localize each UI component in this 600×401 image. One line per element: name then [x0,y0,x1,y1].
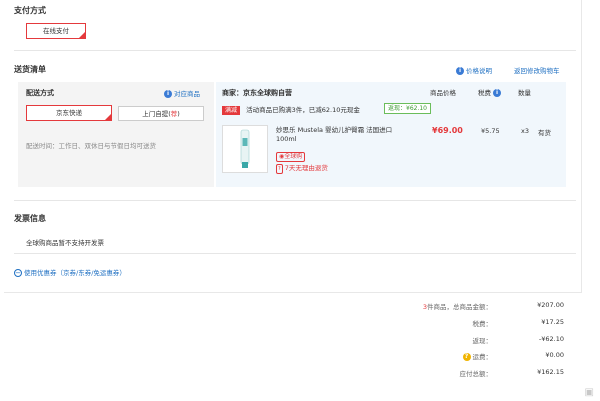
related-items-label: 对应商品 [174,90,200,98]
pickup-button[interactable]: 上门自提(荐) [118,106,204,121]
delivery-method-label: 配送方式 [26,89,54,97]
price-note-link[interactable]: i 价格说明 [456,65,492,75]
selected-check-icon [105,114,111,120]
product-name-line1: 妙思乐 Mustela 婴幼儿护臀霜 法国进口 [276,126,393,134]
collapse-icon: − [14,269,22,277]
col-price-header: 商品价格 [430,89,456,97]
summary-tax-row: 税费： ¥17.25 [380,318,565,330]
col-qty-header: 数量 [518,89,531,97]
product-name[interactable]: 妙思乐 Mustela 婴幼儿护臀霜 法国进口 100ml [276,126,416,144]
question-icon[interactable]: ? [462,353,471,361]
col-tax-label: 税费 [478,89,491,97]
summary-cashback-value: -¥62.10 [538,335,564,343]
checkout-panel: 支付方式 在线支付 送货清单 i 价格说明 返回修改购物车 配送方式 i 对应商品 … [4,0,582,293]
selected-check-icon [79,32,85,38]
summary-total-value: ¥207.00 [537,301,564,309]
pickup-label: 上门自提 [142,110,169,118]
cashback-badge-label: 返现：¥62.10 [384,103,431,114]
item-stock: 有货 [538,129,551,137]
promo-row: 满减 活动商品已购满3件，已减62.10元现金 [222,104,360,115]
col-tax-header: 税费 i [478,87,503,97]
no-return-badge: ? 7天无理由退货 [276,162,328,174]
invoice-title: 发票信息 [14,214,46,223]
product-name-line2: 100ml [276,135,297,143]
divider [14,253,576,254]
product-tube-icon [240,129,250,168]
delivery-method-box: 配送方式 i 对应商品 京东快递 上门自提(荐) 配送时间：工作日、双休日与节假日… [18,82,214,187]
promo-cashback-badge: 返现：¥62.10 [384,103,431,114]
jd-express-label: 京东快递 [56,109,82,117]
summary-payable-label: 应付总额： [459,370,493,378]
summary-shipping-label: ? 运费： [462,351,492,361]
promo-text: 活动商品已购满3件，已减62.10元现金 [246,106,360,114]
info-icon[interactable]: i [493,89,502,97]
coupon-label: 使用优惠券（京券/东券/免运惠券） [24,269,126,277]
online-payment-button[interactable]: 在线支付 [26,23,86,39]
summary-count-label: 3件商品，总商品金额： [422,303,492,311]
item-tax: ¥5.75 [481,127,500,135]
promo-tag: 满减 [222,106,241,115]
warning-icon: ? [276,164,283,174]
invoice-text: 全球购商品暂不支持开发票 [26,239,104,247]
recommend-badge: 荐 [170,110,178,118]
payment-title: 支付方式 [14,6,46,15]
jd-express-button[interactable]: 京东快递 [26,105,112,121]
summary-tax-value: ¥17.25 [541,318,564,326]
price-note-label: 价格说明 [466,67,492,75]
product-thumbnail[interactable] [222,125,268,173]
info-icon: i [456,67,464,75]
back-to-cart-link[interactable]: 返回修改购物车 [514,65,560,75]
use-coupon-toggle[interactable]: − 使用优惠券（京券/东券/免运惠券） [14,267,126,277]
summary-cashback-label: 返现： [472,337,493,345]
online-payment-label: 在线支付 [43,27,69,35]
delivery-time-text: 配送时间：工作日、双休日与节假日均可送货 [26,142,156,150]
global-purchase-badge: ◉全球购 [276,152,306,162]
summary-payable-row: 应付总额： ¥162.15 [380,368,565,380]
summary-shipping-value: ¥0.00 [545,351,564,359]
watermark-logo: ▣ [584,387,594,398]
item-price: ¥69.00 [432,126,463,135]
info-icon: i [164,90,172,98]
seller-name: 商家：京东全球购自营 [222,89,292,97]
summary-tax-label: 税费： [472,320,493,328]
item-qty: x3 [521,127,529,135]
no-return-label: 7天无理由退货 [284,164,328,172]
global-badge-label: ◉全球购 [276,152,306,162]
shipping-title: 送货清单 [14,65,46,74]
summary-total-row: 3件商品，总商品金额： ¥207.00 [380,301,564,313]
order-items-box: 商家：京东全球购自营 商品价格 税费 i 数量 满减 活动商品已购满3件，已减6… [216,82,566,187]
divider [14,50,576,51]
divider [14,200,576,201]
summary-payable-value: ¥162.15 [537,368,564,376]
related-items-link[interactable]: i 对应商品 [164,88,200,98]
summary-shipping-row: ? 运费： ¥0.00 [380,351,564,363]
summary-cashback-row: 返现： -¥62.10 [380,335,565,347]
